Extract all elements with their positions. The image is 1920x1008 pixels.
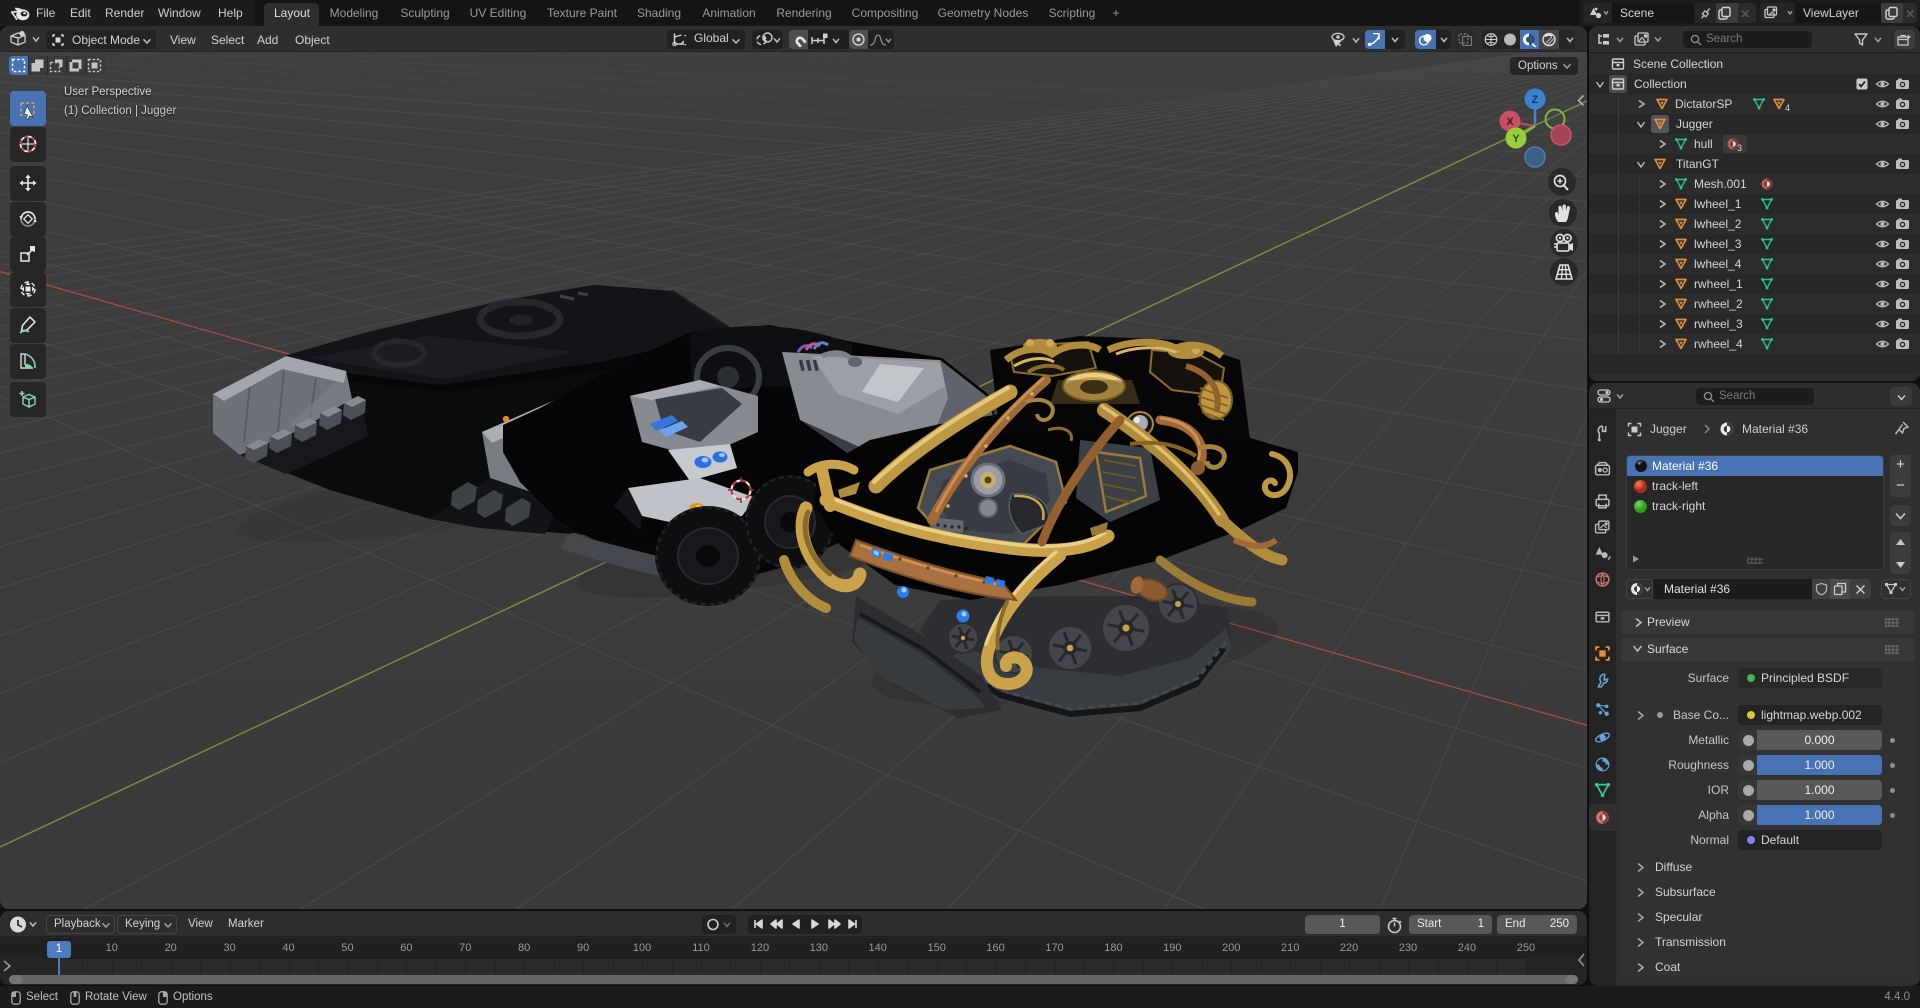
svg-text:X: X [1506,116,1514,128]
svg-text:Z: Z [1532,94,1539,106]
svg-text:Y: Y [1512,133,1520,145]
